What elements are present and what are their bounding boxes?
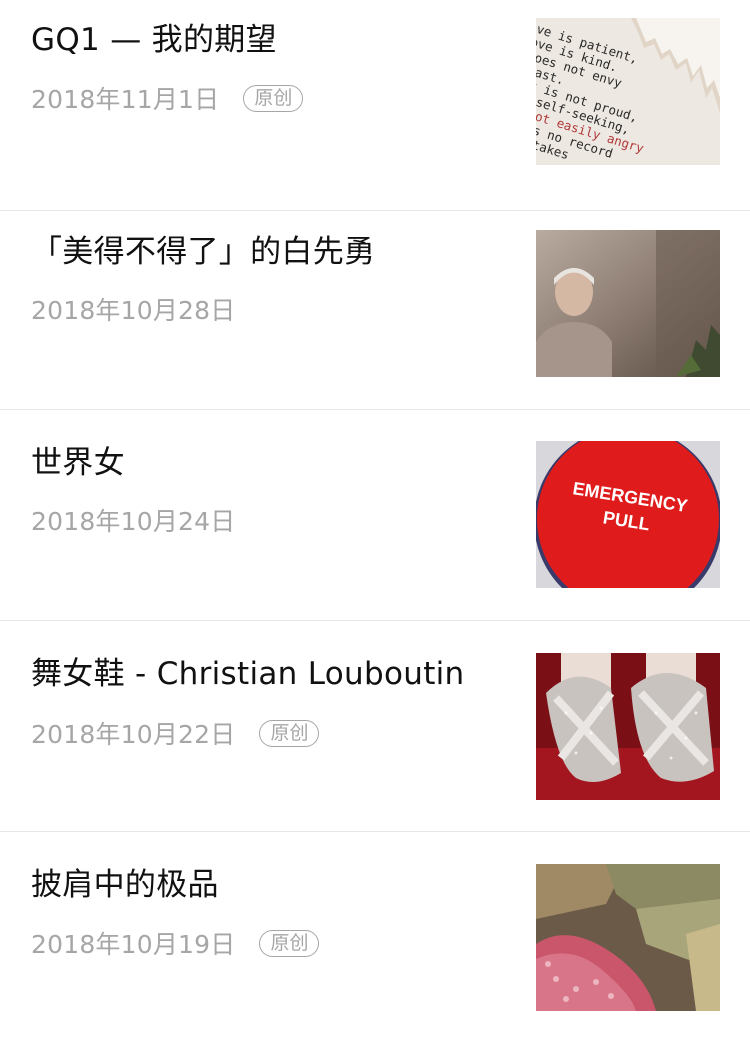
article-meta: 2018年10月19日 原创 xyxy=(31,926,320,960)
article-item[interactable]: 舞女鞋 - Christian Louboutin 2018年10月22日 原创 xyxy=(0,621,750,832)
article-title[interactable]: GQ1 — 我的期望 xyxy=(31,20,277,60)
article-date: 2018年10月22日 xyxy=(31,720,236,749)
shawl-fabric-photo-image[interactable] xyxy=(536,864,720,1011)
typewriter-text-image[interactable]: ve is patient, ove is kind. does not env… xyxy=(536,18,720,165)
original-badge: 原创 xyxy=(259,929,320,957)
high-heels-photo-image[interactable] xyxy=(536,653,720,800)
portrait-photo-image[interactable] xyxy=(536,230,720,377)
article-title[interactable]: 舞女鞋 - Christian Louboutin xyxy=(31,654,465,694)
emergency-button-image[interactable]: EMERGENCY PULL xyxy=(536,441,720,588)
article-date: 2018年11月1日 xyxy=(31,85,220,114)
article-title[interactable]: 披肩中的极品 xyxy=(31,865,219,905)
article-item[interactable]: 披肩中的极品 2018年10月19日 原创 xyxy=(0,832,750,1043)
article-date: 2018年10月28日 xyxy=(31,296,236,325)
article-title[interactable]: 世界女 xyxy=(31,443,125,483)
article-item[interactable]: GQ1 — 我的期望 2018年11月1日 原创 ve is patient, … xyxy=(0,0,750,211)
original-badge: 原创 xyxy=(259,719,320,747)
article-meta: 2018年11月1日 原创 xyxy=(31,81,304,115)
article-item[interactable]: 世界女 2018年10月24日 EMERGENCY PULL xyxy=(0,410,750,621)
article-date: 2018年10月19日 xyxy=(31,930,236,959)
article-meta: 2018年10月24日 xyxy=(31,503,235,537)
article-meta: 2018年10月22日 原创 xyxy=(31,716,320,750)
article-date: 2018年10月24日 xyxy=(31,507,236,536)
article-title[interactable]: 「美得不得了」的白先勇 xyxy=(31,232,375,272)
original-badge: 原创 xyxy=(243,84,304,112)
article-meta: 2018年10月28日 xyxy=(31,292,235,326)
article-item[interactable]: 「美得不得了」的白先勇 2018年10月28日 xyxy=(0,199,750,410)
